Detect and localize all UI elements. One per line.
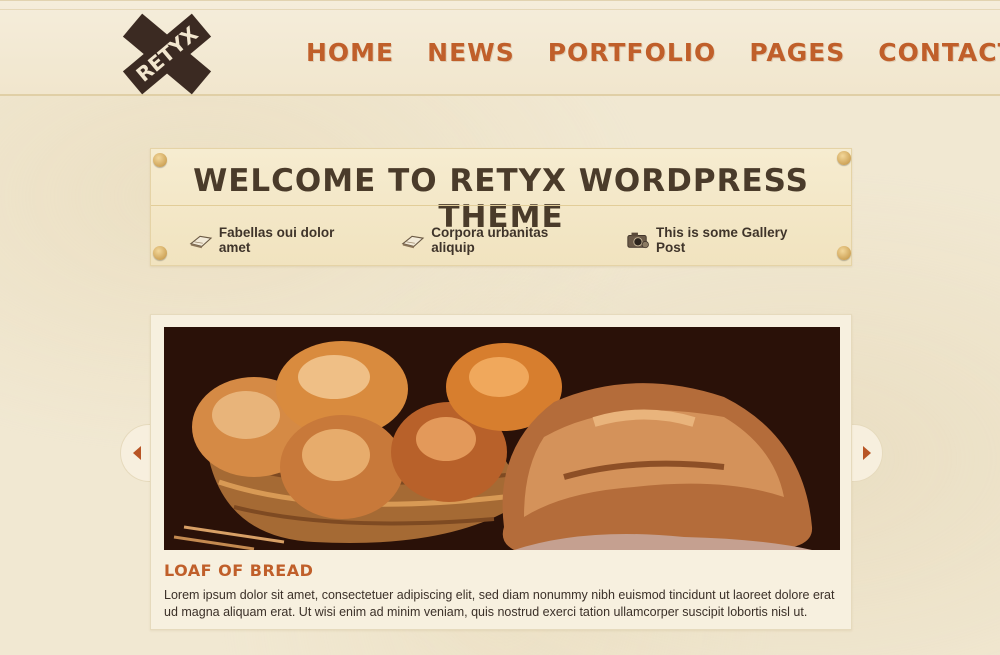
slide-description: Lorem ipsum dolor sit amet, consectetuer… bbox=[164, 588, 835, 619]
site-logo[interactable]: RETYX bbox=[116, 3, 218, 105]
nav-news[interactable]: NEWS bbox=[427, 37, 515, 69]
slider-next-button[interactable] bbox=[851, 424, 883, 482]
featured-post-label: Corpora urbanitas aliquip bbox=[431, 225, 549, 255]
featured-post-label: Fabellas oui dolor amet bbox=[218, 225, 335, 255]
slide-image[interactable] bbox=[164, 327, 840, 550]
nav-home[interactable]: HOME bbox=[306, 37, 394, 69]
slide-title[interactable]: LOAF OF BREAD bbox=[164, 561, 313, 580]
welcome-divider bbox=[151, 205, 851, 206]
arrow-right-icon bbox=[862, 446, 871, 460]
arrow-left-icon bbox=[132, 446, 141, 460]
featured-posts: Fabellas oui dolor amet Corpora urbanita… bbox=[189, 225, 851, 255]
featured-post-label: This is some Gallery Post bbox=[656, 225, 788, 255]
pin-icon bbox=[153, 246, 167, 260]
book-icon bbox=[401, 235, 425, 249]
main-nav: HOME NEWS PORTFOLIO PAGES CONTACT bbox=[306, 37, 1000, 69]
logo-x-icon: RETYX bbox=[122, 13, 212, 95]
welcome-panel: WELCOME TO RETYX WORDPRESS THEME Fabella… bbox=[150, 148, 852, 266]
nav-pages[interactable]: PAGES bbox=[749, 37, 845, 69]
site-header: RETYX HOME NEWS PORTFOLIO PAGES CONTACT bbox=[0, 0, 1000, 96]
featured-post-1[interactable]: Fabellas oui dolor amet bbox=[189, 225, 357, 255]
featured-slider: LOAF OF BREAD Lorem ipsum dolor sit amet… bbox=[150, 314, 852, 630]
camera-icon bbox=[627, 232, 650, 249]
book-icon bbox=[189, 235, 213, 249]
featured-post-3[interactable]: This is some Gallery Post bbox=[626, 225, 807, 255]
bread-image bbox=[164, 327, 840, 550]
slider-prev-button[interactable] bbox=[120, 424, 152, 482]
featured-post-2[interactable]: Corpora urbanitas aliquip bbox=[401, 225, 582, 255]
nav-portfolio[interactable]: PORTFOLIO bbox=[548, 37, 717, 69]
nav-contact[interactable]: CONTACT bbox=[878, 37, 1000, 69]
